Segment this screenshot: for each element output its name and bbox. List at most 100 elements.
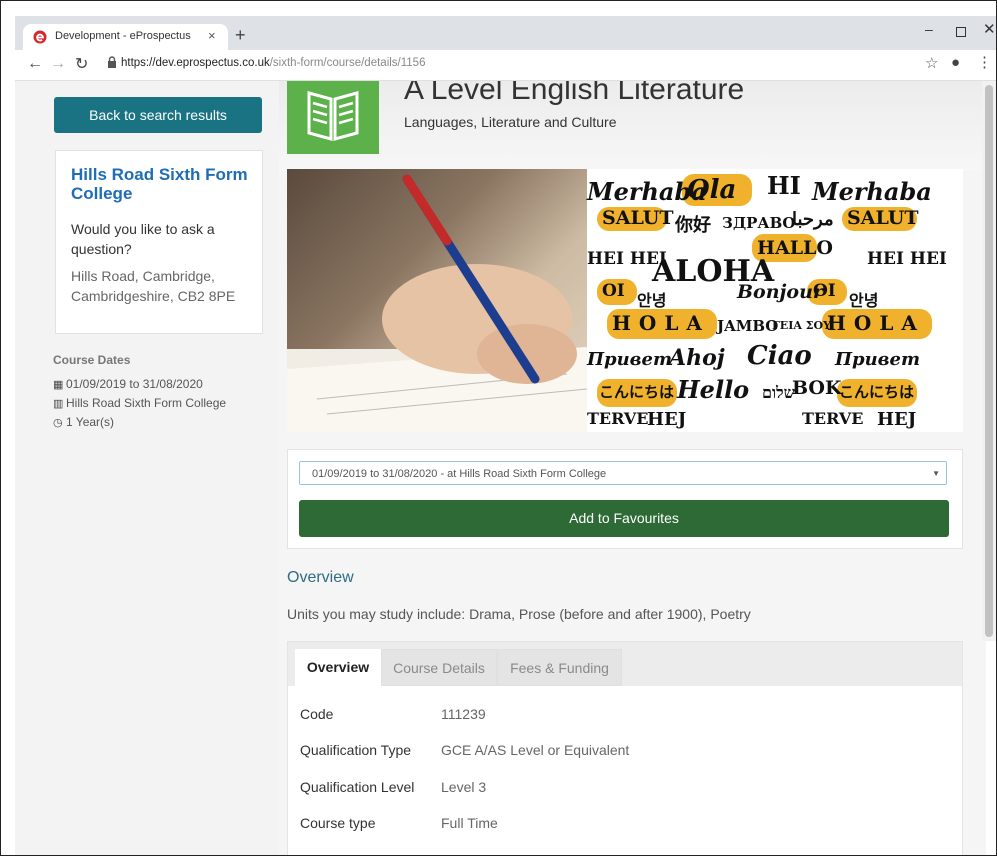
back-to-search-button[interactable]: Back to search results [54,97,262,133]
url-host: https://dev.eprospectus.co.uk [121,57,270,69]
back-arrow-icon[interactable]: ← [27,55,43,73]
location-row: ▥ Hills Road Sixth Form College [53,396,226,410]
duration-text: 1 Year(s) [66,415,115,429]
hero-word: 你好 [675,215,711,236]
greetings-collage: Merhaba Ola HI Merhaba SALUT 你好 ЗДРАВО م… [587,169,963,432]
course-subtitle: Languages, Literature and Culture [404,114,617,130]
hero-word: こんにちは [839,383,915,401]
url-input[interactable]: https://dev.eprospectus.co.uk/sixth-form… [103,54,943,74]
detail-label-qualification-level: Qualification Level [300,779,415,795]
reload-icon[interactable]: ↻ [75,54,88,74]
location-text: Hills Road Sixth Form College [66,396,227,410]
lock-icon [108,56,116,68]
tab-overview[interactable]: Overview [295,649,381,686]
hero-word: ЗДРАВО [722,214,796,232]
hero-word: OI [813,281,836,301]
building-icon: ▥ [53,398,64,410]
course-title: A Level English Literature [404,81,745,106]
detail-value-course-type: Full Time [441,815,498,831]
new-tab-button[interactable]: + [235,25,246,46]
course-date-select[interactable]: 01/09/2019 to 31/08/2020 - at Hills Road… [299,461,947,485]
tab-course-details[interactable]: Course Details [381,649,497,686]
menu-dots-icon[interactable]: ⋮ [977,53,992,71]
writing-hand-photo [287,169,627,432]
hero-word: HOLA [827,311,925,335]
tab-close-icon[interactable]: × [208,28,216,43]
hero-word: ΓΕΙΑ ΣΟΥ [772,319,831,332]
college-address: Hills Road, Cambridge, Cambridgeshire, C… [71,268,236,304]
pen-illustration [287,174,627,432]
overview-text: Units you may study include: Drama, Pros… [287,606,751,622]
detail-value-qualification-level: Level 3 [441,779,487,795]
page-content: Back to search results Hills Road Sixth … [15,81,986,855]
window-close-icon[interactable]: ✕ [983,20,996,38]
tab-fees-funding[interactable]: Fees & Funding [497,649,622,686]
url-text: https://dev.eprospectus.co.uk/sixth-form… [121,57,425,69]
hero-word: Merhaba [812,177,932,206]
hero-word: こんにちは [599,383,675,401]
bookmark-star-icon[interactable]: ☆ [925,54,938,72]
ask-question-text: Would you like to ask a question? [71,221,215,257]
detail-value-qualification-type: GCE A/AS Level or Equivalent [441,742,630,758]
hero-word: Hello [677,375,750,404]
course-info-tabs: Overview Course Details Fees & Funding C… [287,641,963,855]
college-name-link[interactable]: Hills Road Sixth Form College [71,165,251,203]
eprospectus-favicon-icon [33,30,47,44]
tab-bar: Overview Course Details Fees & Funding [288,642,962,686]
hero-word: Ahoj [669,345,725,371]
detail-label-qualification-type: Qualification Type [300,742,412,758]
hero-word: SALUT [602,207,674,229]
hero-word: JAMBO [717,317,779,335]
hero-word: 안녕 [637,291,667,310]
scrollbar-thumb[interactable] [985,85,993,637]
hero-word: HEI HEI [867,249,947,269]
hero-word: OI [602,281,625,301]
hero-word: HEJ [647,409,687,430]
minimize-icon[interactable]: – [925,21,933,37]
forward-arrow-icon[interactable]: → [50,55,66,73]
browser-window: Development - eProspectus × + – ✕ ← → ↻ … [0,0,997,856]
open-book-icon [307,91,359,141]
college-card: Hills Road Sixth Form College Would you … [55,150,263,334]
course-date-select-value: 01/09/2019 to 31/08/2020 - at Hills Road… [312,468,607,480]
page-scrollbar[interactable] [982,81,996,641]
account-icon[interactable]: ● [951,54,960,71]
hero-word: SALUT [847,207,919,229]
detail-label-code: Code [300,706,334,722]
hero-word: Ciao [747,341,812,371]
maximize-icon[interactable] [956,27,966,37]
hero-word: Привет [835,349,920,370]
course-date-panel: 01/09/2019 to 31/08/2020 - at Hills Road… [287,449,963,549]
hero-word: Ola [687,175,737,205]
browser-tab[interactable]: Development - eProspectus × [23,24,228,50]
hero-word: BOK [792,377,842,399]
hero-word: مرحبا [792,209,834,230]
clock-icon: ◷ [53,417,63,429]
address-bar: ← → ↻ https://dev.eprospectus.co.uk/sixt… [15,50,996,81]
calendar-icon: ▦ [53,379,64,391]
duration-row: ◷ 1 Year(s) [53,415,114,429]
book-icon [287,81,379,154]
hero-word: Привет [587,349,672,370]
tab-strip: Development - eProspectus × + – ✕ [15,16,996,50]
hero-word: שלום [762,383,795,402]
tab-title: Development - eProspectus [55,30,191,42]
date-range-text: 01/09/2019 to 31/08/2020 [66,377,203,391]
hero-word: HALLO [757,237,833,259]
detail-label-course-type: Course type [300,815,376,831]
hero-word: 안녕 [849,291,879,310]
hero-image: Merhaba Ola HI Merhaba SALUT 你好 ЗДРАВО م… [287,169,963,432]
overview-heading: Overview [287,569,354,586]
hero-word: Bonjour [737,281,823,303]
hero-word: HOLA [612,311,710,335]
date-range-row: ▦ 01/09/2019 to 31/08/2020 [53,377,203,391]
hero-word: HEJ [877,409,917,430]
hero-word: HI [767,171,801,200]
chevron-down-icon: ▼ [932,469,940,478]
detail-value-code: 111239 [441,706,486,722]
hero-word: TERVE [587,409,649,428]
add-to-favourites-button[interactable]: Add to Favourites [299,500,949,537]
course-dates-heading: Course Dates [53,353,131,367]
hero-word: TERVE [802,409,864,428]
url-path: /sixth-form/course/details/1156 [269,57,426,69]
